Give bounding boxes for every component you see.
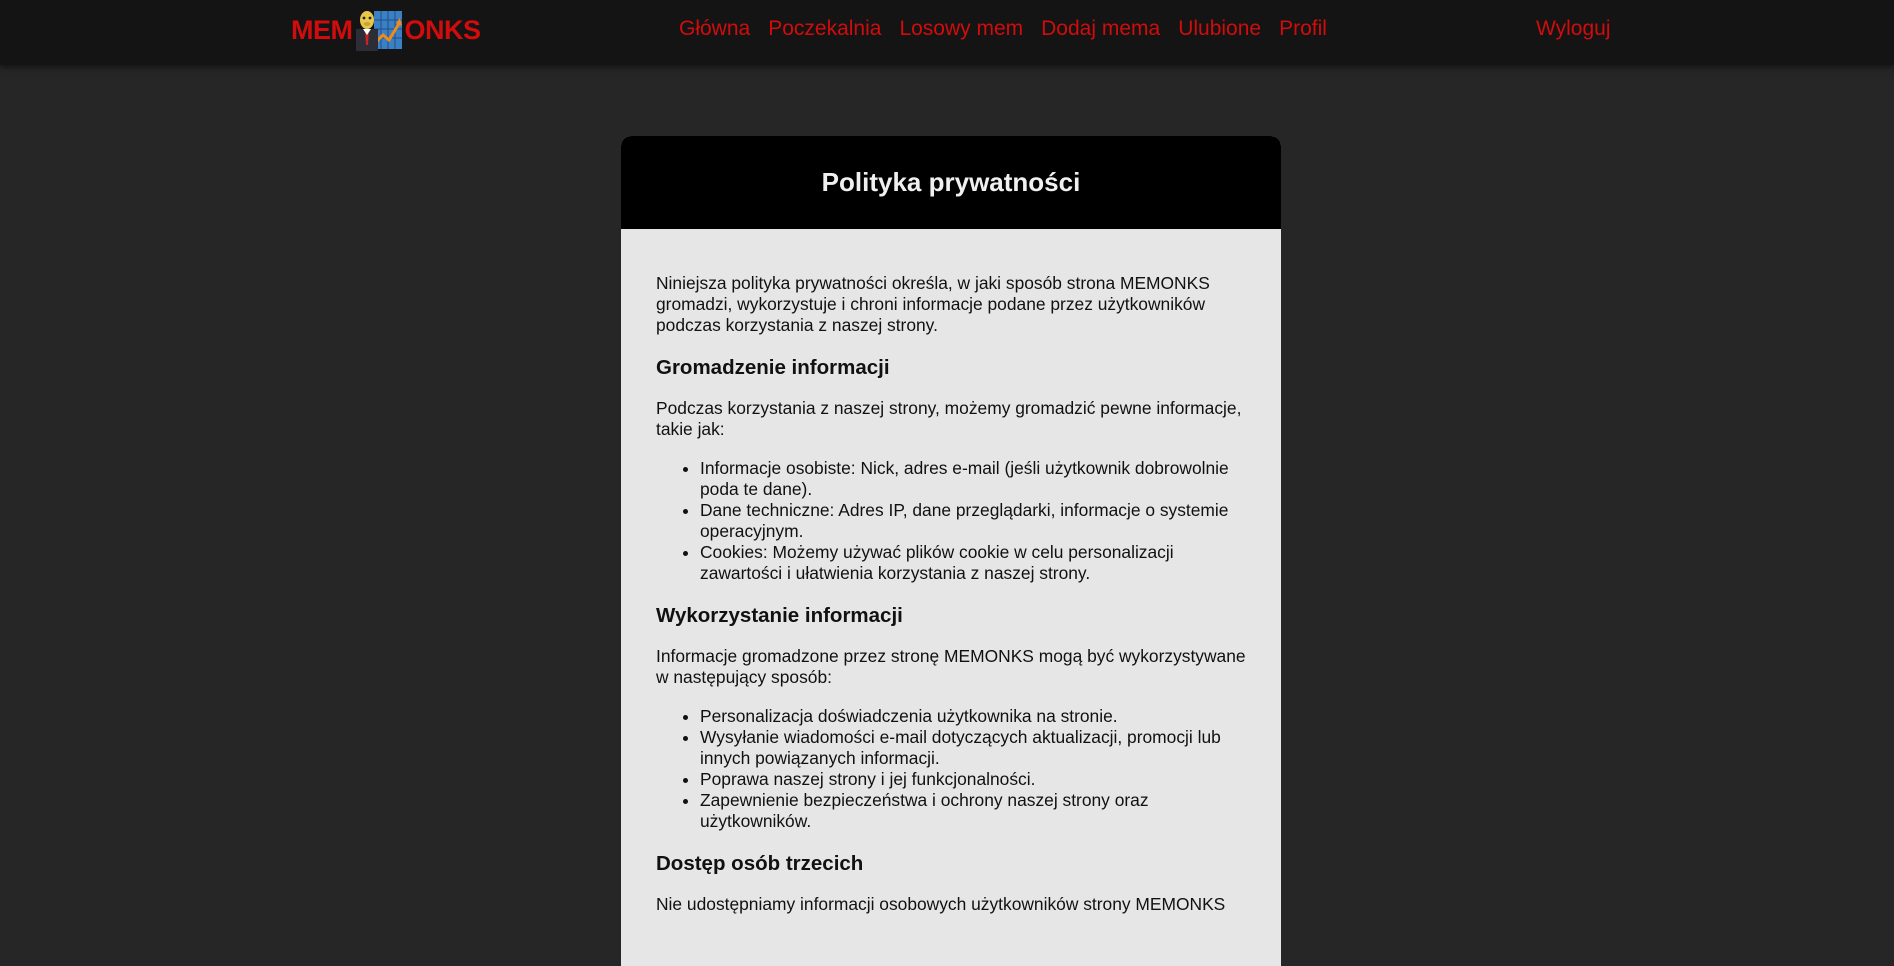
section-list: Informacje osobiste: Nick, adres e-mail … <box>656 458 1246 584</box>
policy-content: Niniejsza polityka prywatności określa, … <box>621 229 1281 915</box>
nav-link-losowy-mem[interactable]: Losowy mem <box>899 17 1023 41</box>
section-heading: Dostęp osób trzecich <box>656 852 864 875</box>
nav-link-dodaj-mema[interactable]: Dodaj mema <box>1041 17 1160 41</box>
logo-text-right: ONKS <box>404 14 482 45</box>
nav-link-glowna[interactable]: Główna <box>679 17 750 41</box>
section-text: Nie udostępniamy informacji osobowych uż… <box>656 894 1226 914</box>
logo-text-left: MEM <box>291 14 353 45</box>
list-item: Poprawa naszej strony i jej funkcjonalno… <box>700 769 1246 790</box>
card-header: Polityka prywatności <box>621 136 1281 229</box>
list-item: Cookies: Możemy używać plików cookie w c… <box>700 542 1246 584</box>
section-heading: Wykorzystanie informacji <box>656 604 903 627</box>
monkey-chart-logo-icon <box>354 9 404 51</box>
nav-link-poczekalnia[interactable]: Poczekalnia <box>768 17 881 41</box>
top-navbar: MEM ONKS Główna Poczekalnia Losowy mem D… <box>0 0 1894 65</box>
nav-link-ulubione[interactable]: Ulubione <box>1178 17 1261 41</box>
site-logo[interactable]: MEM ONKS <box>291 8 481 52</box>
list-item: Personalizacja doświadczenia użytkownika… <box>700 706 1246 727</box>
logout-link[interactable]: Wyloguj <box>1536 17 1611 41</box>
list-item: Wysyłanie wiadomości e-mail dotyczących … <box>700 727 1246 769</box>
section-heading: Gromadzenie informacji <box>656 356 890 379</box>
list-item: Informacje osobiste: Nick, adres e-mail … <box>700 458 1246 500</box>
section-list: Personalizacja doświadczenia użytkownika… <box>656 706 1246 832</box>
list-item: Zapewnienie bezpieczeństwa i ochrony nas… <box>700 790 1246 832</box>
section-text: Informacje gromadzone przez stronę MEMON… <box>656 646 1246 687</box>
main-nav: Główna Poczekalnia Losowy mem Dodaj mema… <box>679 17 1345 41</box>
page-title: Polityka prywatności <box>821 167 1081 197</box>
nav-link-profil[interactable]: Profil <box>1279 17 1327 41</box>
privacy-policy-card: Polityka prywatności Niniejsza polityka … <box>621 136 1281 966</box>
section-text: Podczas korzystania z naszej strony, moż… <box>656 398 1242 439</box>
policy-intro: Niniejsza polityka prywatności określa, … <box>656 273 1210 335</box>
list-item: Dane techniczne: Adres IP, dane przegląd… <box>700 500 1246 542</box>
